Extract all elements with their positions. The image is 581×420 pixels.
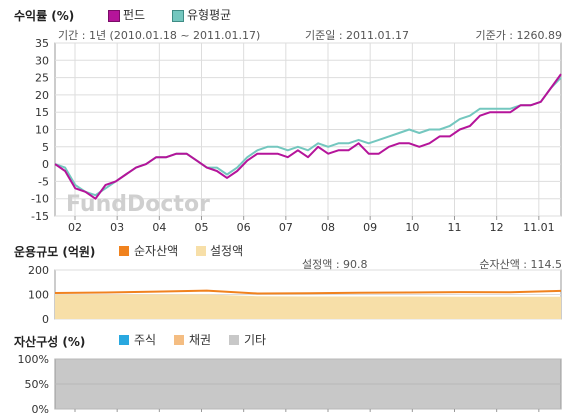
bond-legend-label: 채권 xyxy=(189,333,212,347)
y-tick-label: 5 xyxy=(42,141,49,154)
y-tick-label: 20 xyxy=(35,89,49,102)
size-title: 운용규모 (억원) xyxy=(14,245,96,259)
stock-legend-swatch xyxy=(119,335,129,345)
size-y-tick-label: 0 xyxy=(42,313,49,326)
y-tick-label: 15 xyxy=(35,106,49,119)
y-tick-label: -10 xyxy=(31,193,49,206)
net-value-text: 순자산액 : 114.5 xyxy=(479,258,562,271)
y-tick-label: 0 xyxy=(42,158,49,171)
size-y-tick-label: 200 xyxy=(28,264,49,277)
net-assets-legend-swatch xyxy=(119,246,129,256)
stock-legend-label: 주식 xyxy=(134,333,157,347)
other-legend-label: 기타 xyxy=(244,333,267,347)
composition-title: 자산구성 (%) xyxy=(14,335,86,349)
y-tick-label: 35 xyxy=(35,37,49,50)
y-tick-label: -15 xyxy=(31,210,49,223)
x-tick-label: 05 xyxy=(195,221,209,234)
comp-y-tick-label: 50% xyxy=(25,378,49,391)
x-tick-label: 04 xyxy=(152,221,166,234)
other-legend-swatch xyxy=(229,335,239,345)
x-tick-label: 12 xyxy=(490,221,504,234)
x-tick-label: 06 xyxy=(237,221,251,234)
charts-svg: FundDoctor -15-10-50510152025303502 03 04 0… xyxy=(18,37,562,416)
setup-legend-label: 설정액 xyxy=(210,244,244,258)
returns-grid xyxy=(54,42,562,217)
y-tick-label: 30 xyxy=(35,54,49,67)
comp-y-tick-label: 100% xyxy=(18,353,49,366)
y-tick-label: -5 xyxy=(38,175,49,188)
size-areas xyxy=(54,269,562,320)
x-tick-label: 10 xyxy=(405,221,419,234)
watermark-text: FundDoctor xyxy=(66,192,210,217)
x-tick-label: 11.01 xyxy=(523,221,555,234)
bond-legend-swatch xyxy=(174,335,184,345)
x-tick-label: 11 xyxy=(448,221,462,234)
setup-area xyxy=(55,294,561,319)
size-y-tick-label: 100 xyxy=(28,289,49,302)
setup-value-text: 설정액 : 90.8 xyxy=(302,258,368,271)
x-tick-label: 09 xyxy=(363,221,377,234)
x-tick-label: 03 xyxy=(110,221,124,234)
y-tick-label: 10 xyxy=(35,124,49,137)
comp-y-tick-label: 0% xyxy=(32,403,49,416)
x-tick-label: 07 xyxy=(279,221,293,234)
setup-legend-swatch xyxy=(196,246,206,256)
x-tick-label: 02 xyxy=(68,221,82,234)
net-assets-legend-label: 순자산액 xyxy=(134,244,179,258)
x-tick-label: 08 xyxy=(321,221,335,234)
size-axes: 0 100 200 xyxy=(28,264,49,326)
y-tick-label: 25 xyxy=(35,72,49,85)
